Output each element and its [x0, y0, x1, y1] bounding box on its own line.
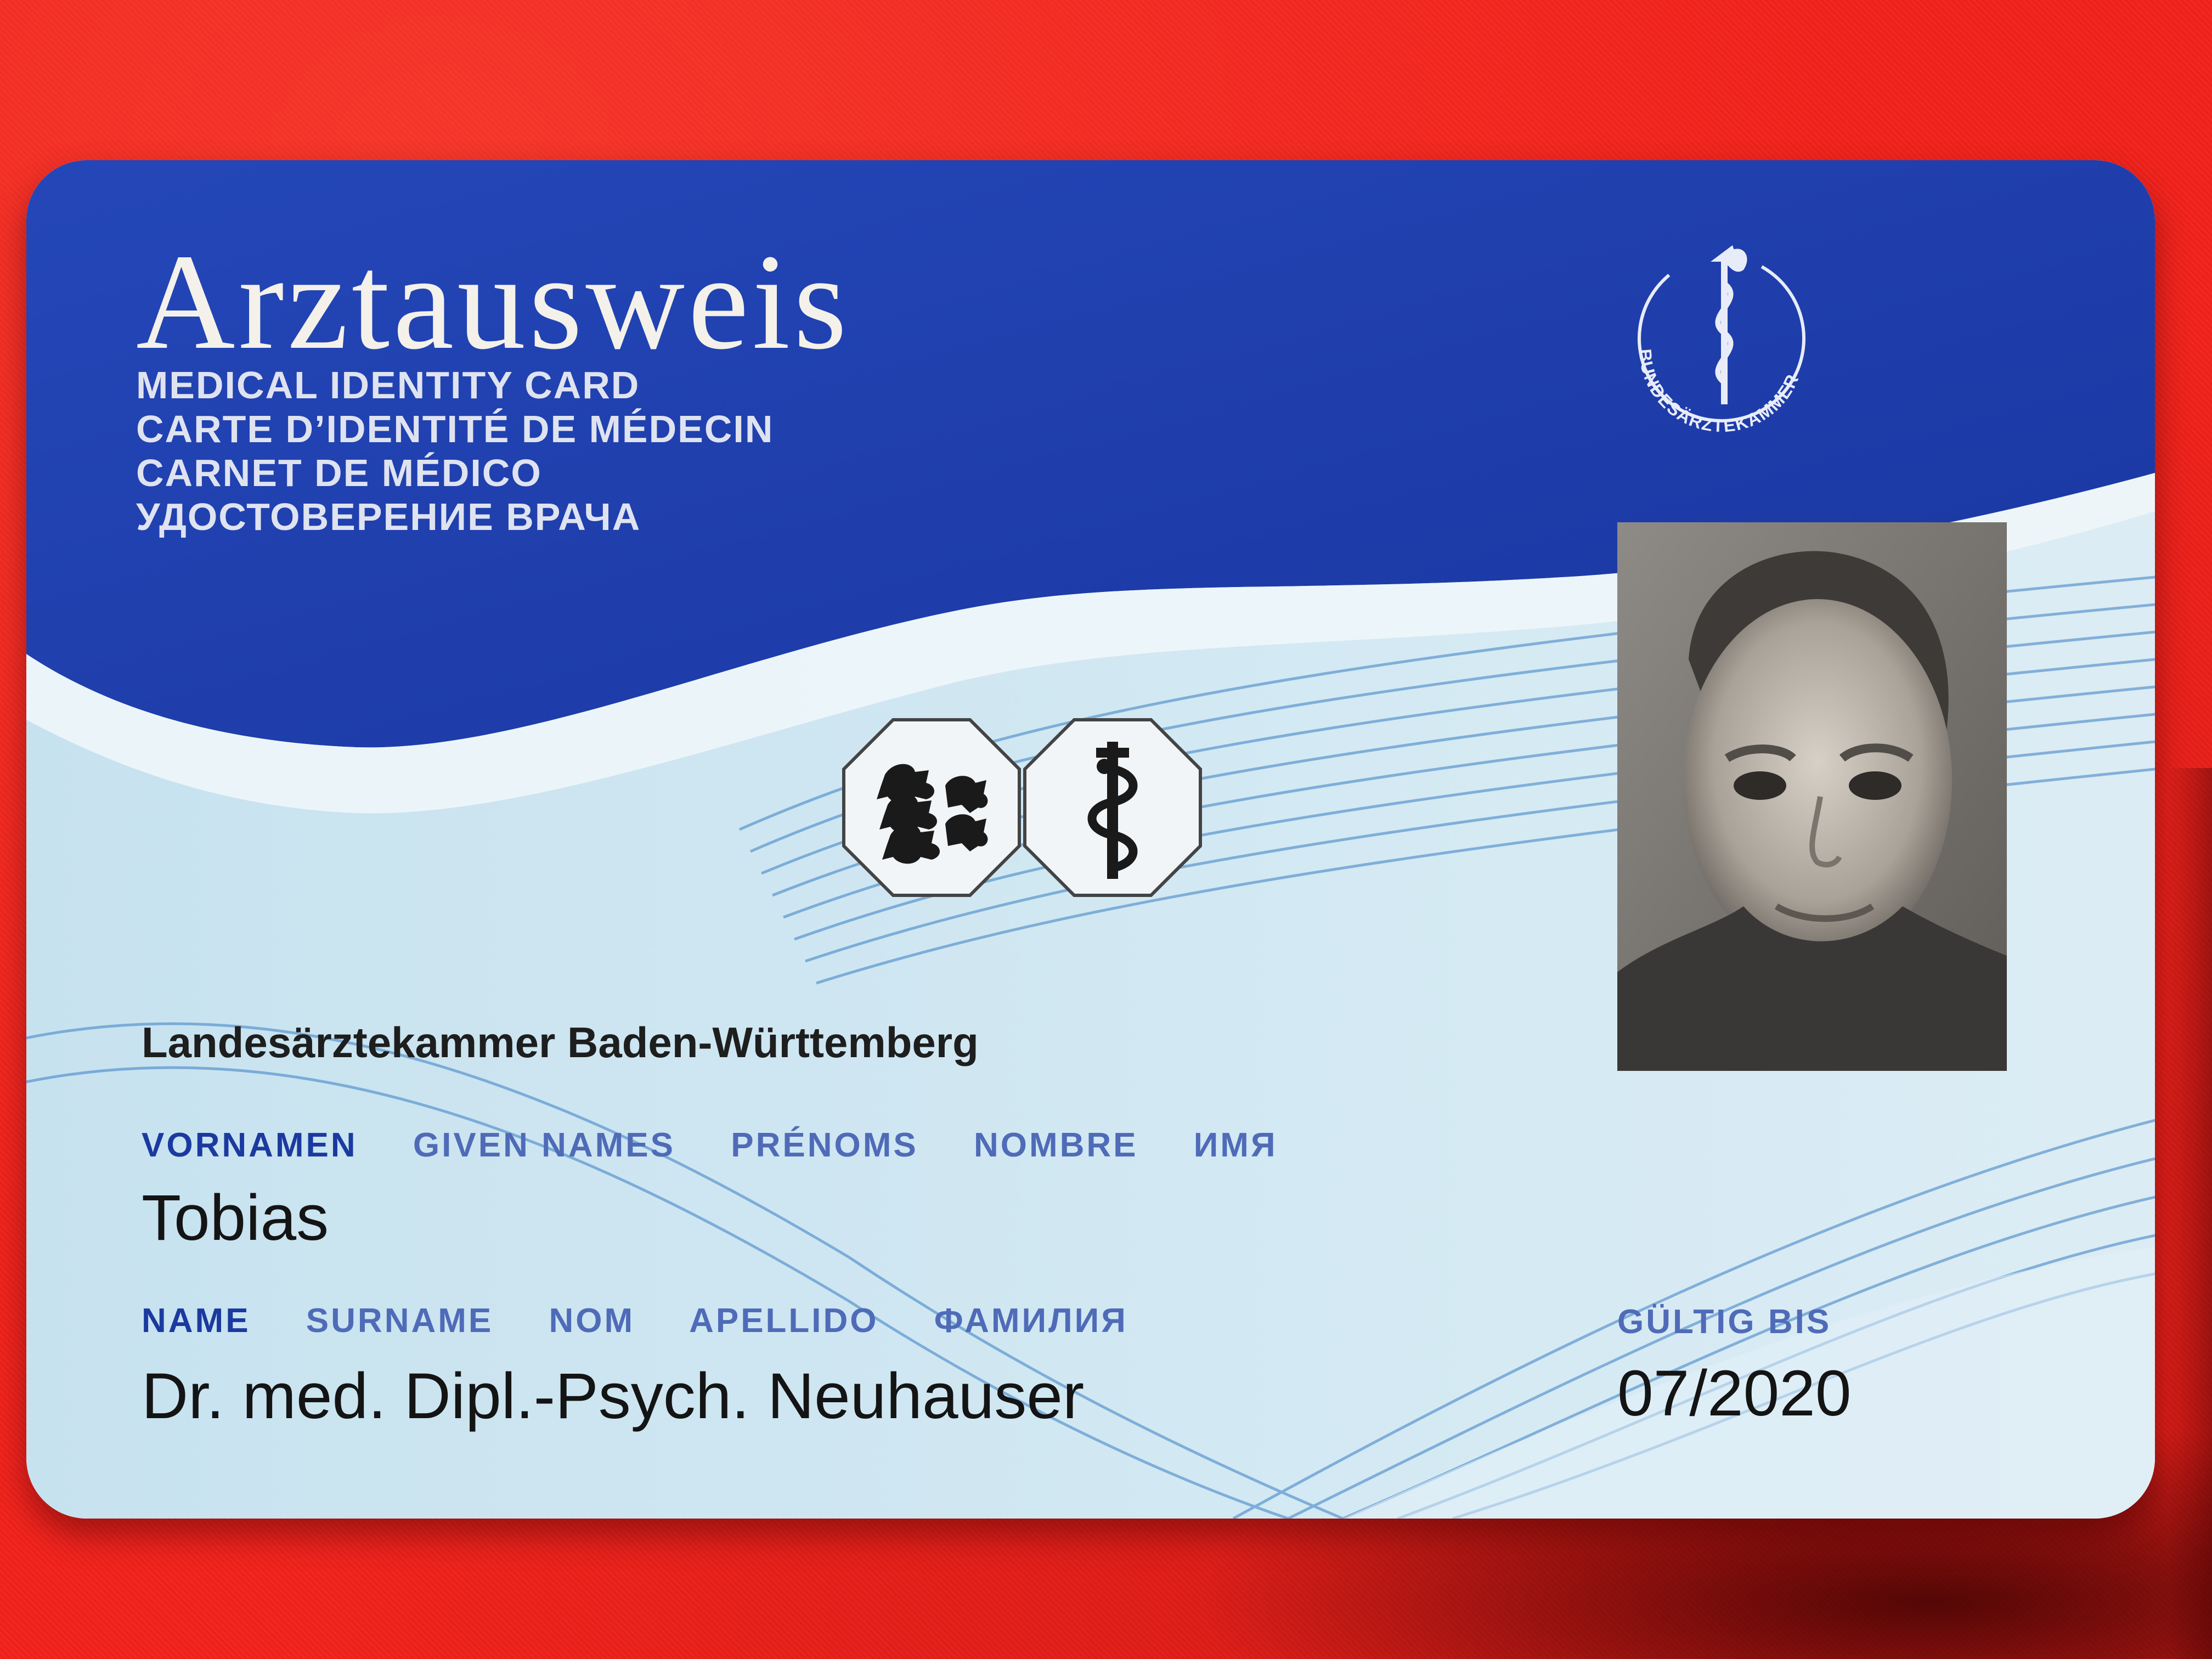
portrait-photo: [1617, 522, 2007, 1071]
surname-label-ru: ФАМИЛИЯ: [934, 1302, 1128, 1340]
subtitle-russian: УДОСТОВЕРЕНИЕ ВРАЧА: [136, 495, 641, 538]
medical-id-card: Arztausweis MEDICAL IDENTITY CARD CARTE …: [26, 160, 2155, 1519]
subtitle-french: CARTE D’IDENTITÉ DE MÉDECIN: [136, 408, 774, 450]
valid-until-label: GÜLTIG BIS: [1617, 1303, 1832, 1341]
given-names-label-ru: ИМЯ: [1193, 1126, 1278, 1164]
given-names-label-row: VORNAMEN GIVEN NAMES PRÉNOMS NOMBRE ИМЯ: [142, 1126, 1322, 1165]
surname-label-en: SURNAME: [306, 1302, 494, 1340]
surname-value: Dr. med. Dipl.-Psych. Neuhauser: [142, 1360, 1085, 1432]
coat-of-arms-icon: [842, 718, 1021, 897]
edge-shadow: [2167, 768, 2212, 1659]
caduceus-seal-icon: BUNDESÄRZTEKAMMER: [1635, 245, 1805, 436]
subtitle-spanish: CARNET DE MÉDICO: [136, 452, 542, 494]
given-names-label-en: GIVEN NAMES: [413, 1126, 675, 1164]
given-names-label-es: NOMBRE: [973, 1126, 1138, 1164]
surname-label-fr: NOM: [549, 1302, 635, 1340]
card-title: Arztausweis: [136, 226, 850, 378]
surname-label-de: NAME: [142, 1302, 251, 1340]
subtitle-english: MEDICAL IDENTITY CARD: [136, 364, 640, 407]
issuer-name: Landesärztekammer Baden-Württemberg: [142, 1018, 979, 1066]
surname-label-row: NAME SURNAME NOM APELLIDO ФАМИЛИЯ: [142, 1301, 1172, 1340]
staff-of-asclepius-icon: [1023, 718, 1202, 897]
surname-label-es: APELLIDO: [689, 1302, 879, 1340]
valid-until-value: 07/2020: [1617, 1357, 1852, 1430]
given-names-value: Tobias: [142, 1182, 329, 1254]
given-names-label-fr: PRÉNOMS: [731, 1126, 918, 1164]
given-names-label-de: VORNAMEN: [142, 1126, 358, 1164]
